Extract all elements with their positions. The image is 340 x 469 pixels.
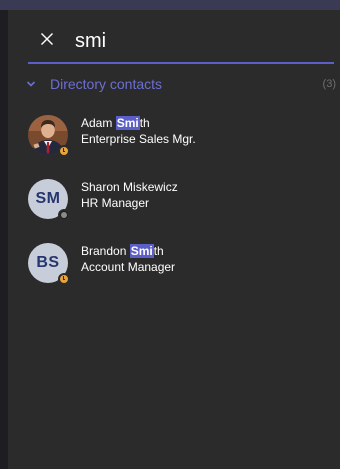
left-rail-edge — [0, 10, 8, 469]
close-search-button[interactable] — [40, 26, 64, 56]
contact-job-title: Enterprise Sales Mgr. — [81, 132, 196, 146]
chevron-down-icon — [26, 81, 36, 87]
window-top-strip — [0, 0, 340, 10]
presence-away-icon — [58, 145, 70, 157]
search-match-highlight: Smi — [129, 244, 154, 258]
search-match-highlight: Smi — [115, 116, 140, 130]
search-input[interactable] — [75, 24, 325, 58]
section-title: Directory contacts — [50, 76, 163, 92]
section-count: (3) — [322, 78, 336, 90]
presence-offline-icon — [58, 209, 70, 221]
contact-item-adam-smith[interactable]: Adam Smith Enterprise Sales Mgr. — [8, 110, 340, 168]
contact-job-title: HR Manager — [81, 196, 150, 210]
avatar — [28, 115, 70, 157]
directory-contacts-header[interactable]: Directory contacts (3) — [8, 72, 340, 98]
avatar: SM — [28, 179, 70, 221]
contact-name: Sharon Miskewicz — [81, 180, 178, 194]
presence-away-icon — [58, 273, 70, 285]
contact-name: Adam Smith — [81, 116, 150, 130]
contact-name: Brandon Smith — [81, 244, 164, 258]
app-frame: Directory contacts (3) — [0, 0, 340, 469]
contact-job-title: Account Manager — [81, 260, 176, 274]
contact-item-sharon-miskewicz[interactable]: SM Sharon Miskewicz HR Manager — [8, 174, 340, 232]
avatar: BS — [28, 243, 70, 285]
search-results-panel: Directory contacts (3) — [8, 10, 340, 469]
contact-item-brandon-smith[interactable]: BS Brandon Smith Account Manager — [8, 238, 340, 296]
search-bar — [28, 24, 334, 64]
close-icon — [41, 33, 53, 45]
